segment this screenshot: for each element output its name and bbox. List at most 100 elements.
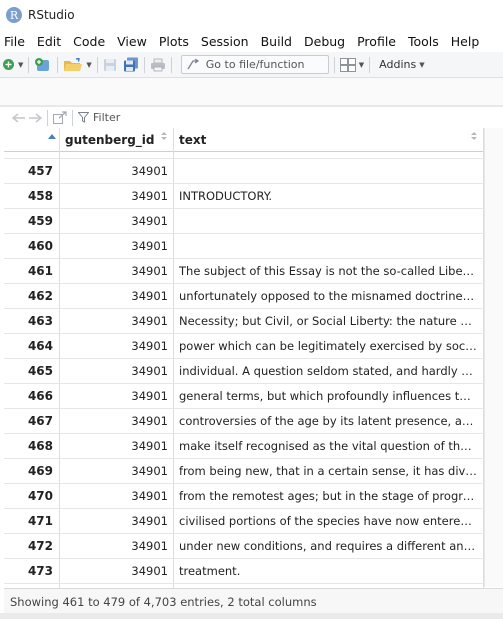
column-header-gutenberg-id[interactable]: gutenberg_id <box>60 128 174 151</box>
row-index-cell[interactable]: 457 <box>4 159 60 183</box>
new-project-icon[interactable] <box>34 56 52 74</box>
table-row[interactable]: 469 34901 from being new, that in a certai… <box>4 459 484 484</box>
text-cell[interactable] <box>174 159 484 183</box>
row-index-cell[interactable]: 461 <box>4 259 60 283</box>
row-index-cell[interactable]: 470 <box>4 484 60 508</box>
row-index-cell[interactable]: 471 <box>4 509 60 533</box>
table-row[interactable]: 460 34901 <box>4 234 484 259</box>
text-cell[interactable]: from being new, that in a certain sense,… <box>174 459 484 483</box>
text-cell[interactable]: make itself recognised as the vital ques… <box>174 434 484 458</box>
go-to-file-input[interactable]: Go to file/function <box>180 55 329 74</box>
gutenberg-id-cell[interactable]: 34901 <box>60 484 174 508</box>
gutenberg-id-cell[interactable]: 34901 <box>60 384 174 408</box>
save-all-icon[interactable] <box>123 56 139 74</box>
gutenberg-id-cell[interactable]: 34901 <box>60 534 174 558</box>
new-file-dropdown-icon[interactable]: ▼ <box>18 61 23 69</box>
text-cell[interactable] <box>174 209 484 233</box>
row-index-cell[interactable]: 463 <box>4 309 60 333</box>
text-cell[interactable]: INTRODUCTORY. <box>174 184 484 208</box>
text-cell[interactable]: civilised portions of the species have n… <box>174 509 484 533</box>
row-index-cell[interactable]: 464 <box>4 334 60 358</box>
row-index-cell[interactable]: 469 <box>4 459 60 483</box>
menu-edit[interactable]: Edit <box>31 34 67 49</box>
text-cell[interactable]: unfortunately opposed to the misnamed do… <box>174 284 484 308</box>
row-index-cell[interactable]: 467 <box>4 409 60 433</box>
gutenberg-id-cell[interactable]: 34901 <box>60 509 174 533</box>
menu-profile[interactable]: Profile <box>351 34 402 49</box>
table-row[interactable]: 465 34901 individual. A question seldom st… <box>4 359 484 384</box>
table-row[interactable]: 463 34901 Necessity; but Civil, or Social … <box>4 309 484 334</box>
row-index-cell[interactable]: 473 <box>4 559 60 583</box>
gutenberg-id-cell[interactable]: 34901 <box>60 234 174 258</box>
row-index-cell[interactable]: 468 <box>4 434 60 458</box>
menu-session[interactable]: Session <box>195 34 255 49</box>
print-icon[interactable] <box>150 56 166 74</box>
popout-icon[interactable] <box>53 110 67 126</box>
text-cell[interactable]: power which can be legitimately exercise… <box>174 334 484 358</box>
row-index-cell[interactable]: 459 <box>4 209 60 233</box>
text-cell[interactable]: Necessity; but Civil, or Social Liberty:… <box>174 309 484 333</box>
gutenberg-id-cell[interactable]: 34901 <box>60 159 174 183</box>
table-row[interactable]: 470 34901 from the remotest ages; but in t… <box>4 484 484 509</box>
table-row[interactable]: 464 34901 power which can be legitimately … <box>4 334 484 359</box>
text-cell[interactable]: general terms, but which profoundly infl… <box>174 384 484 408</box>
filter-icon[interactable] <box>78 110 89 126</box>
table-row[interactable]: 461 34901 The subject of this Essay is not… <box>4 259 484 284</box>
gutenberg-id-cell[interactable]: 34901 <box>60 284 174 308</box>
menu-build[interactable]: Build <box>255 34 298 49</box>
table-row[interactable]: 458 34901 INTRODUCTORY. <box>4 184 484 209</box>
row-index-cell[interactable]: 462 <box>4 284 60 308</box>
row-index-header[interactable] <box>4 128 60 151</box>
table-row[interactable]: 466 34901 general terms, but which profoun… <box>4 384 484 409</box>
table-row[interactable]: 462 34901 unfortunately opposed to the mis… <box>4 284 484 309</box>
text-cell[interactable] <box>174 234 484 258</box>
row-index-cell[interactable]: 458 <box>4 184 60 208</box>
new-file-icon[interactable] <box>2 56 15 74</box>
gutenberg-id-cell[interactable]: 34901 <box>60 259 174 283</box>
text-cell[interactable]: from the remotest ages; but in the stage… <box>174 484 484 508</box>
table-row[interactable]: 457 34901 <box>4 159 484 184</box>
menu-debug[interactable]: Debug <box>298 34 351 49</box>
text-cell[interactable]: The subject of this Essay is not the so-… <box>174 259 484 283</box>
text-cell[interactable]: treatment. <box>174 559 484 583</box>
menu-help[interactable]: Help <box>445 34 486 49</box>
menu-file[interactable]: File <box>0 34 31 49</box>
text-cell[interactable]: under new conditions, and requires a dif… <box>174 534 484 558</box>
table-row[interactable]: 471 34901 civilised portions of the specie… <box>4 509 484 534</box>
menu-view[interactable]: View <box>111 34 153 49</box>
text-cell[interactable]: controversies of the age by its latent p… <box>174 409 484 433</box>
gutenberg-id-cell[interactable]: 34901 <box>60 359 174 383</box>
gutenberg-id-cell[interactable]: 34901 <box>60 209 174 233</box>
gutenberg-id-cell[interactable]: 34901 <box>60 184 174 208</box>
column-header-text[interactable]: text <box>174 128 484 151</box>
text-cell[interactable]: individual. A question seldom stated, an… <box>174 359 484 383</box>
open-file-icon[interactable] <box>63 56 83 74</box>
filter-button[interactable]: Filter <box>93 111 120 124</box>
menu-code[interactable]: Code <box>67 34 111 49</box>
gutenberg-id-cell[interactable]: 34901 <box>60 309 174 333</box>
table-row[interactable]: 467 34901 controversies of the age by its … <box>4 409 484 434</box>
menu-tools[interactable]: Tools <box>402 34 445 49</box>
table-row[interactable]: 468 34901 make itself recognised as the vi… <box>4 434 484 459</box>
forward-arrow-icon[interactable] <box>28 110 42 126</box>
row-index-cell[interactable]: 472 <box>4 534 60 558</box>
menu-plots[interactable]: Plots <box>153 34 195 49</box>
back-arrow-icon[interactable] <box>12 110 26 126</box>
gutenberg-id-cell[interactable]: 34901 <box>60 459 174 483</box>
table-row[interactable]: 459 34901 <box>4 209 484 234</box>
table-row[interactable]: 473 34901 treatment. <box>4 559 484 584</box>
vertical-scrollbar[interactable] <box>484 128 503 587</box>
row-index-cell[interactable]: 465 <box>4 359 60 383</box>
table-row[interactable]: 472 34901 under new conditions, and requir… <box>4 534 484 559</box>
addins-menu[interactable]: Addins <box>379 58 416 71</box>
gutenberg-id-cell[interactable]: 34901 <box>60 334 174 358</box>
save-icon[interactable] <box>103 56 117 74</box>
gutenberg-id-cell[interactable]: 34901 <box>60 409 174 433</box>
workspace-panes-icon[interactable] <box>339 56 356 74</box>
row-index-cell[interactable]: 460 <box>4 234 60 258</box>
panes-dropdown-icon[interactable]: ▼ <box>359 61 364 69</box>
row-index-cell[interactable]: 466 <box>4 384 60 408</box>
gutenberg-id-cell[interactable]: 34901 <box>60 559 174 583</box>
addins-dropdown-icon[interactable]: ▼ <box>419 61 424 69</box>
open-file-dropdown-icon[interactable]: ▼ <box>86 61 91 69</box>
